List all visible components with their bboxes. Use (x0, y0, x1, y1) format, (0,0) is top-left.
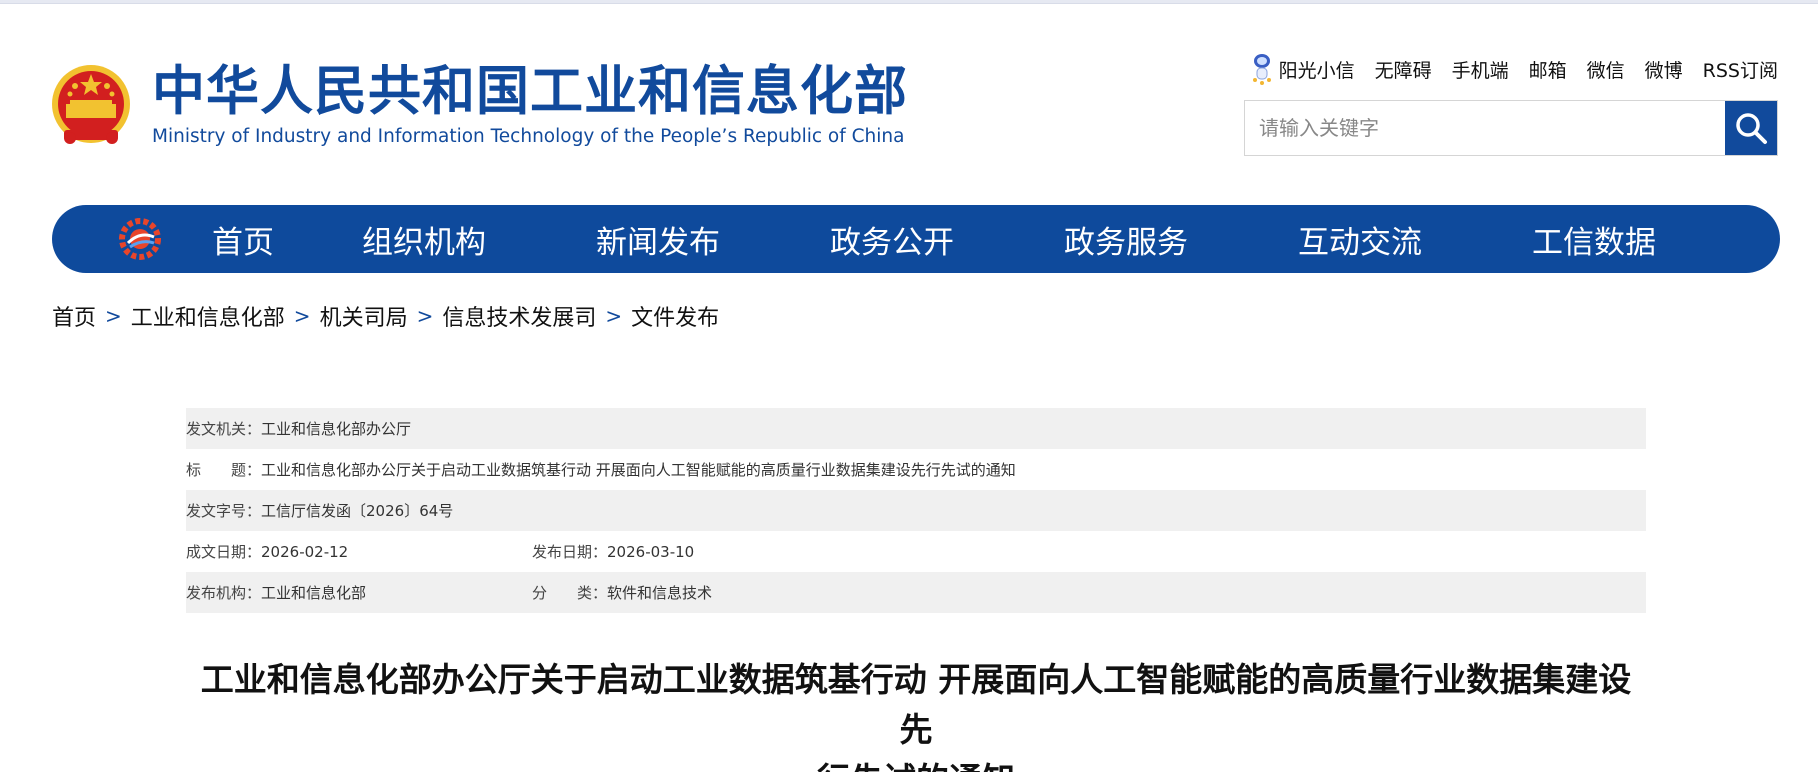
top-links: 阳光小信 无障碍 手机端 邮箱 微信 微博 RSS订阅 (1251, 52, 1778, 86)
nav-item-data[interactable]: 工信数据 (1532, 217, 1656, 262)
meta-category-cell: 分 类： 软件和信息技术 (532, 582, 712, 603)
toplink-mail[interactable]: 邮箱 (1529, 56, 1567, 83)
search-button[interactable] (1725, 101, 1777, 155)
toplink-accessibility[interactable]: 无障碍 (1375, 56, 1432, 83)
document-meta-table: 发文机关： 工业和信息化部办公厅 标 题： 工业和信息化部办公厅关于启动工业数据… (186, 408, 1646, 613)
search-input[interactable] (1245, 101, 1725, 155)
meta-published-label: 发布日期： (532, 543, 608, 561)
nav-item-home[interactable]: 首页 (212, 217, 274, 262)
breadcrumb-separator: > (605, 304, 623, 328)
site-logo[interactable]: 中华人民共和国工业和信息化部 Ministry of Industry and … (50, 60, 908, 150)
breadcrumb-documents[interactable]: 文件发布 (631, 300, 719, 332)
meta-issuer-value: 工业和信息化部办公厅 (261, 420, 412, 438)
nav-item-news[interactable]: 新闻发布 (596, 217, 720, 262)
meta-published-value: 2026-03-10 (607, 542, 695, 561)
site-title-en: Ministry of Industry and Information Tec… (152, 126, 905, 147)
meta-row-doc-no: 发文字号： 工信厅信发函〔2026〕64号 (186, 490, 1646, 531)
meta-doc-no-value: 工信厅信发函〔2026〕64号 (261, 502, 454, 520)
meta-created-label: 成文日期： (186, 543, 262, 561)
meta-created-cell: 成文日期： 2026-02-12 (186, 541, 532, 562)
national-emblem-icon (52, 65, 130, 144)
search-icon (1736, 113, 1767, 144)
nav-item-gov-affairs[interactable]: 政务公开 (830, 217, 954, 262)
site-title-cn: 中华人民共和国工业和信息化部 (152, 61, 908, 122)
meta-row-title: 标 题： 工业和信息化部办公厅关于启动工业数据筑基行动 开展面向人工智能赋能的高… (186, 449, 1646, 490)
toplink-sunshine-assistant[interactable]: 阳光小信 (1279, 56, 1355, 83)
meta-issuer-label: 发文机关： (186, 420, 262, 438)
article-title-line-2: 行先试的通知 (186, 755, 1646, 772)
article-title: 工业和信息化部办公厅关于启动工业数据筑基行动 开展面向人工智能赋能的高质量行业数… (186, 655, 1646, 772)
meta-row-org: 发布机构： 工业和信息化部 分 类： 软件和信息技术 (186, 572, 1646, 613)
nav-item-gov-services[interactable]: 政务服务 (1064, 217, 1188, 262)
meta-org-cell: 发布机构： 工业和信息化部 (186, 582, 532, 603)
meta-doc-no-label: 发文字号： (186, 502, 262, 520)
nav-item-interaction[interactable]: 互动交流 (1298, 217, 1422, 262)
breadcrumb-departments[interactable]: 机关司局 (320, 300, 408, 332)
main-nav: 首页 组织机构 新闻发布 政务公开 政务服务 互动交流 工信数据 (52, 205, 1780, 273)
toplink-wechat[interactable]: 微信 (1587, 56, 1625, 83)
nav-item-organization[interactable]: 组织机构 (362, 217, 486, 262)
toplink-mobile[interactable]: 手机端 (1452, 56, 1509, 83)
robot-assistant-icon (1252, 54, 1271, 85)
breadcrumb-home[interactable]: 首页 (52, 300, 96, 332)
meta-title-value: 工业和信息化部办公厅关于启动工业数据筑基行动 开展面向人工智能赋能的高质量行业数… (261, 461, 1016, 479)
meta-org-label: 发布机构： (186, 584, 262, 602)
article-title-line-1: 工业和信息化部办公厅关于启动工业数据筑基行动 开展面向人工智能赋能的高质量行业数… (200, 660, 1632, 749)
meta-row-issuer: 发文机关： 工业和信息化部办公厅 (186, 408, 1646, 449)
toplink-weibo[interactable]: 微博 (1645, 56, 1683, 83)
meta-title-label: 标 题： (186, 461, 262, 479)
search-box (1244, 100, 1778, 156)
breadcrumb-miit[interactable]: 工业和信息化部 (131, 300, 285, 332)
top-accent-line (0, 0, 1818, 4)
breadcrumb-it-dept[interactable]: 信息技术发展司 (442, 300, 596, 332)
breadcrumb-separator: > (293, 304, 311, 328)
breadcrumb-separator: > (105, 304, 122, 328)
meta-category-value: 软件和信息技术 (607, 584, 713, 602)
toplink-rss[interactable]: RSS订阅 (1703, 56, 1778, 83)
meta-category-label: 分 类： (532, 584, 608, 602)
meta-org-value: 工业和信息化部 (261, 584, 367, 602)
miit-logo-icon[interactable] (118, 217, 162, 261)
breadcrumb-separator: > (416, 304, 434, 328)
meta-row-dates: 成文日期： 2026-02-12 发布日期： 2026-03-10 (186, 531, 1646, 572)
meta-created-value: 2026-02-12 (261, 542, 349, 561)
meta-published-cell: 发布日期： 2026-03-10 (532, 541, 694, 562)
breadcrumb: 首页 > 工业和信息化部 > 机关司局 > 信息技术发展司 > 文件发布 (52, 300, 719, 332)
